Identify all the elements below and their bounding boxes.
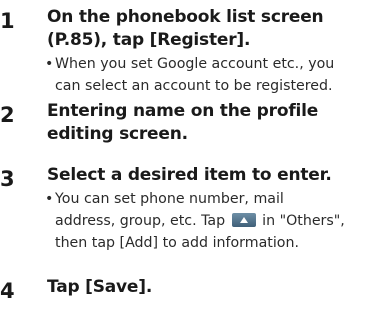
step-title: Entering name on the profile editing scr… bbox=[47, 100, 377, 146]
step-title-line: On the phonebook list screen bbox=[47, 7, 324, 27]
step-number: 2 bbox=[0, 103, 15, 127]
step-note: • You can set phone number, mail address… bbox=[45, 188, 377, 254]
step-number: 4 bbox=[0, 279, 15, 303]
expand-up-icon bbox=[231, 213, 256, 227]
step-title: Tap [Save]. bbox=[47, 276, 377, 299]
step-title-line: Tap [Save]. bbox=[47, 277, 153, 297]
note-text: address, group, etc. Tap bbox=[55, 213, 226, 229]
step-title-line: (P.85), tap [Register]. bbox=[47, 30, 251, 50]
step-note: • When you set Google account etc., you … bbox=[45, 53, 377, 97]
step-number: 1 bbox=[0, 9, 15, 33]
note-line: can select an account to be registered. bbox=[55, 78, 333, 94]
note-line: When you set Google account etc., you bbox=[55, 56, 335, 72]
step-title-line: editing screen. bbox=[47, 124, 188, 144]
note-line: address, group, etc. Tap in "Others", bbox=[55, 210, 377, 232]
note-line: then tap [Add] to add information. bbox=[55, 235, 299, 251]
step-title: Select a desired item to enter. bbox=[47, 164, 377, 187]
step-title: On the phonebook list screen (P.85), tap… bbox=[47, 6, 377, 52]
bullet: • bbox=[45, 56, 54, 72]
step-number: 3 bbox=[0, 167, 15, 191]
bullet: • bbox=[45, 191, 54, 207]
note-line: You can set phone number, mail bbox=[55, 191, 284, 207]
step-title-line: Select a desired item to enter. bbox=[47, 165, 332, 185]
step-title-line: Entering name on the profile bbox=[47, 101, 319, 121]
note-text: in "Others", bbox=[262, 213, 345, 229]
